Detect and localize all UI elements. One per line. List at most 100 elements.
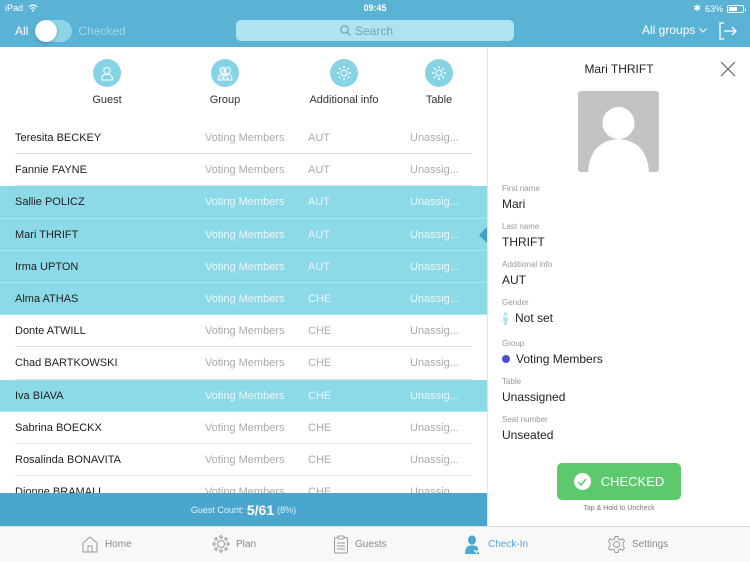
guest-table: Unassig... <box>410 389 459 402</box>
search-icon <box>340 25 351 36</box>
guest-additional-info: CHE <box>308 292 332 305</box>
guest-row[interactable]: Rosalinda BONAVITA Voting Members CHE Unass… <box>0 444 487 477</box>
tab-plan-label: Plan <box>236 538 257 550</box>
seat-label: Seat number <box>502 415 548 424</box>
guest-name: Sabrina BOECKX <box>15 421 102 434</box>
logout-icon[interactable] <box>718 21 738 41</box>
guest-list-panel: Guest Group Additional info Table Teresi… <box>0 47 487 526</box>
checkmark-icon <box>573 473 591 490</box>
guest-photo-placeholder[interactable] <box>578 91 659 172</box>
guest-name: Mari THRIFT <box>15 228 79 241</box>
last-name-field: Last name THRIFT <box>502 222 545 249</box>
guest-row[interactable]: Sabrina BOECKX Voting Members CHE Unassig..… <box>0 412 487 444</box>
additional-info-field: Additional info AUT <box>502 260 552 287</box>
guest-table: Unassig... <box>410 325 459 338</box>
guest-additional-info: AUT <box>308 164 330 177</box>
guest-group: Voting Members <box>205 228 285 241</box>
tab-check-in-label: Check-In <box>488 539 529 550</box>
guest-row[interactable]: Irma UPTON Voting Members AUT Unassig... <box>0 250 487 283</box>
guest-row[interactable]: Alma ATHAS Voting Members CHE Unassig... <box>0 282 487 316</box>
column-guest[interactable]: Guest <box>82 59 132 106</box>
guest-table: Unassig... <box>410 164 459 177</box>
groups-dropdown[interactable]: All groups <box>642 23 708 37</box>
tab-bar: Home Plan Guests Check-In Settings <box>0 526 750 562</box>
guest-table: Unassig... <box>410 260 459 273</box>
column-additional-info[interactable]: Additional info <box>304 59 384 106</box>
plan-icon <box>212 535 230 553</box>
search-input[interactable] <box>355 23 410 38</box>
table-value: Unassigned <box>502 390 566 404</box>
column-table[interactable]: Table <box>419 59 459 106</box>
seat-value: Unseated <box>502 428 554 442</box>
guest-group: Voting Members <box>205 164 285 177</box>
guest-group: Voting Members <box>205 389 285 402</box>
gender-field: Gender Not set <box>502 298 553 325</box>
tab-home-label: Home <box>105 538 132 550</box>
guest-row[interactable]: Mari THRIFT Voting Members AUT Unassig... <box>0 218 487 251</box>
guest-group: Voting Members <box>205 453 285 466</box>
guest-name: Irma UPTON <box>15 260 79 273</box>
tab-settings[interactable]: Settings <box>607 535 668 554</box>
guest-row[interactable]: Fannie FAYNE Voting Members AUT Unassig... <box>0 154 487 187</box>
guest-group: Voting Members <box>205 196 285 209</box>
guest-additional-info: CHE <box>308 357 332 370</box>
top-bar: iPad 09:45 ✱ 63% All Checked All groups <box>0 0 750 47</box>
guest-additional-info: AUT <box>308 228 330 241</box>
gender-value: Not set <box>515 311 554 325</box>
first-name-field: First name Mari <box>502 184 540 211</box>
additional-info-label: Additional info <box>502 260 553 269</box>
all-checked-toggle[interactable] <box>35 20 73 42</box>
checked-button[interactable]: CHECKED <box>557 463 681 500</box>
guest-row[interactable]: Iva BIAVA Voting Members CHE Unassig... <box>0 379 487 412</box>
gender-neutral-icon <box>503 311 508 325</box>
checked-button-label: CHECKED <box>600 474 665 489</box>
sun-icon <box>330 59 358 87</box>
guest-list: Teresita BECKEY Voting Members AUT Unassig.… <box>0 122 487 509</box>
filter-checked-label: Checked <box>78 24 126 38</box>
battery-percent: 63% <box>704 3 723 14</box>
guest-group: Voting Members <box>205 421 285 434</box>
guest-table: Unassig... <box>410 421 459 434</box>
guest-count-value: 5/61 <box>246 501 275 518</box>
column-group-label: Group <box>209 94 241 106</box>
guest-group: Voting Members <box>205 292 285 305</box>
column-group[interactable]: Group <box>199 59 251 106</box>
guest-row[interactable]: Teresita BECKEY Voting Members AUT Unassig.… <box>0 122 487 155</box>
bluetooth-icon: ✱ <box>693 3 701 13</box>
last-name-label: Last name <box>502 222 540 231</box>
first-name-label: First name <box>502 184 540 193</box>
guest-additional-info: CHE <box>308 325 332 338</box>
status-bar: iPad 09:45 ✱ 63% <box>0 0 750 16</box>
guest-group: Voting Members <box>205 325 285 338</box>
sun-icon <box>425 59 453 87</box>
guest-additional-info: AUT <box>308 132 330 144</box>
close-icon[interactable] <box>720 61 736 77</box>
guest-name: Chad BARTKOWSKI <box>15 357 118 370</box>
column-additional-info-label: Additional info <box>309 94 379 106</box>
search-field[interactable] <box>236 20 514 41</box>
guest-row[interactable]: Chad BARTKOWSKI Voting Members CHE Unassig.… <box>0 347 487 380</box>
tab-home[interactable]: Home <box>81 535 132 553</box>
detail-title: Mari THRIFT <box>584 62 654 76</box>
guest-group: Voting Members <box>205 357 285 370</box>
guest-additional-info: CHE <box>308 453 332 466</box>
gender-row: Not set <box>502 311 553 325</box>
tab-plan[interactable]: Plan <box>212 535 256 553</box>
clipboard-icon <box>334 535 348 554</box>
group-icon <box>211 59 239 87</box>
filter-toggle-group: All Checked <box>15 19 126 43</box>
guest-detail-panel: Mari THRIFT First name Mari Last name TH… <box>487 47 750 526</box>
guest-row[interactable]: Sallie POLICZ Voting Members AUT Unassig... <box>0 186 487 219</box>
first-name-value: Mari <box>502 197 526 211</box>
guest-group: Voting Members <box>205 132 285 144</box>
tab-guests[interactable]: Guests <box>333 535 387 554</box>
group-field: Group Voting Members <box>502 339 603 366</box>
guest-row[interactable]: Donte ATWILL Voting Members CHE Unassig... <box>0 315 487 348</box>
clock: 09:45 <box>363 3 387 13</box>
guest-additional-info: AUT <box>308 196 330 209</box>
guest-table: Unassig... <box>410 228 459 241</box>
column-headers: Guest Group Additional info Table <box>0 47 487 122</box>
chevron-down-icon <box>699 27 708 33</box>
tab-guests-label: Guests <box>355 539 387 550</box>
tab-check-in[interactable]: Check-In <box>464 535 528 554</box>
